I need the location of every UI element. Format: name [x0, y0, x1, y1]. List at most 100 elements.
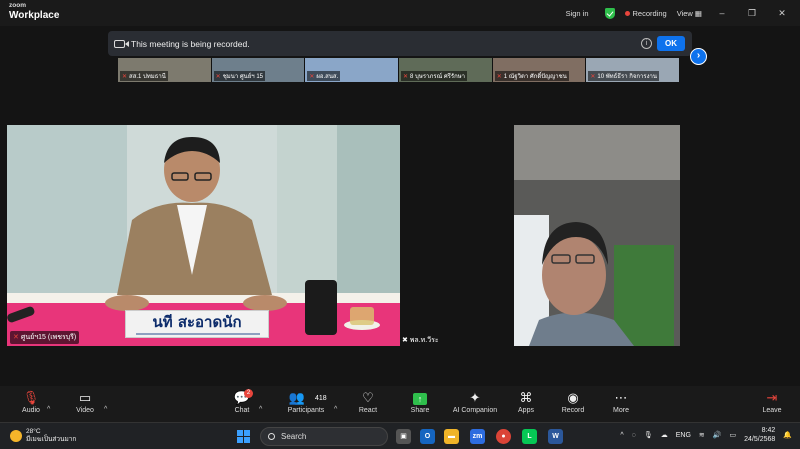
leave-button[interactable]: ⇥ Leave	[744, 389, 800, 414]
video-button[interactable]: ▭ ^ Video	[57, 389, 113, 414]
meeting-toolbar: 🎙 ^ Audio ▭ ^ Video 💬 2 ^ Chat 👥 418 ^ Partici…	[0, 386, 800, 422]
sign-in-link[interactable]: Sign in	[566, 9, 589, 18]
weather-description: มีเมฆเป็นส่วนมาก	[26, 436, 77, 443]
participant-name: 1 ณัฐวิดา ศักดิ์ปัญญาชน	[503, 74, 567, 80]
time-text: 8:42	[761, 427, 776, 434]
participant-thumbnail[interactable]: ✕ ผอ.สนส.	[305, 58, 400, 82]
leave-label: Leave	[762, 407, 782, 414]
share-label: Share	[410, 407, 430, 414]
audio-button[interactable]: 🎙 ^ Audio	[3, 389, 59, 414]
participant-name: 8 บุษราภรณ์ ศรีรักษา	[410, 74, 466, 80]
muted-mic-icon: ✕	[403, 74, 409, 80]
next-page-arrow-icon[interactable]: ›	[690, 48, 707, 65]
participant-thumbnail-label: ✕ ผอ.สนส.	[307, 71, 341, 81]
recording-indicator[interactable]: Recording	[624, 8, 667, 18]
date-text: 24/5/2568	[744, 436, 776, 443]
security-shield-icon[interactable]	[604, 7, 615, 19]
more-label: More	[613, 407, 629, 414]
file-explorer-icon[interactable]: ▬	[444, 429, 459, 444]
chat-button[interactable]: 💬 2 ^ Chat	[214, 389, 270, 414]
chrome-icon[interactable]: ●	[496, 429, 511, 444]
main-tile-name-label: ✕ ศูนย์ฯ15 (เพชรบุรี)	[10, 331, 80, 344]
video-options-caret-icon[interactable]: ^	[104, 401, 107, 419]
network-icon[interactable]: ◌	[632, 432, 636, 439]
camera-icon	[114, 39, 129, 48]
zoom-app-icon[interactable]: zm	[470, 429, 485, 444]
tray-chevron-icon[interactable]: ^	[620, 432, 623, 439]
ai-companion-button[interactable]: ✦ AI Companion	[447, 389, 503, 414]
participant-thumbnail-strip: ✕ สส.1 ปทมธานี ✕ ชุมนา ศูนย์ฯ 15 ✕ ผอ.สนส. ✕ 8 …	[118, 58, 681, 82]
search-icon	[268, 433, 275, 440]
pin-icon: ✖	[402, 337, 410, 344]
participants-options-caret-icon[interactable]: ^	[334, 401, 337, 419]
close-button[interactable]: ✕	[772, 8, 792, 19]
taskbar-search-input[interactable]: Search	[260, 427, 388, 446]
brand-big: Workplace	[9, 9, 60, 21]
outlook-icon[interactable]: O	[420, 429, 435, 444]
participant-thumbnail[interactable]: ✕ 8 บุษราภรณ์ ศรีรักษา	[399, 58, 493, 82]
onedrive-icon[interactable]: ☁	[661, 431, 668, 439]
zoom-window: zoom Workplace Sign in Recording View ▦ …	[0, 0, 800, 449]
chat-options-caret-icon[interactable]: ^	[259, 401, 262, 419]
chat-unread-badge: 2	[244, 389, 253, 398]
participant-video-image	[514, 125, 680, 346]
ai-companion-label: AI Companion	[452, 407, 498, 414]
participant-thumbnail[interactable]: ✕ 10 พัทธ์ธีรา กิจการงาน	[586, 58, 681, 82]
participant-thumbnail-label: ✕ 8 บุษราภรณ์ ศรีรักษา	[401, 71, 468, 81]
windows-start-icon[interactable]	[237, 430, 250, 443]
participant-thumbnail[interactable]: ✕ สส.1 ปทมธานี	[118, 58, 212, 82]
ok-button[interactable]: OK	[657, 36, 685, 51]
recording-label: Recording	[632, 8, 667, 18]
clock[interactable]: 8:42 24/5/2568	[744, 426, 775, 444]
muted-mic-icon: ✕	[215, 74, 221, 80]
volume-icon[interactable]: 🔊	[713, 431, 722, 439]
system-tray: ^ ◌ 🎙 ☁ ENG ≋ 🔊 ▭ 8:42 24/5/2568 🔔	[620, 426, 792, 444]
battery-icon[interactable]: ▭	[730, 431, 737, 439]
muted-mic-icon: ✕	[496, 74, 502, 80]
more-button[interactable]: ⋯ More	[593, 389, 649, 414]
video-tile-main[interactable]: นที สะอาดนัก ✕ ศูนย์ฯ15 (เพชรบุรี)	[7, 125, 400, 346]
nameplate-sign: นที สะอาดนัก	[125, 310, 269, 338]
recording-notice-text: This meeting is being recorded.	[131, 38, 250, 49]
language-indicator[interactable]: ENG	[676, 432, 691, 439]
notifications-bell-icon[interactable]: 🔔	[783, 431, 792, 439]
info-icon[interactable]: i	[641, 38, 652, 49]
muted-mic-icon: ✕	[13, 334, 19, 341]
muted-mic-icon: ✕	[590, 74, 596, 80]
windows-taskbar: 28°C มีเมฆเป็นส่วนมาก Search ▣ O ▬ zm ● L…	[0, 422, 800, 449]
more-dots-icon: ⋯	[614, 390, 628, 405]
mic-tray-icon[interactable]: 🎙	[644, 431, 653, 439]
participant-thumbnail-label: ✕ ชุมนา ศูนย์ฯ 15	[213, 71, 266, 81]
heart-icon: ♡	[362, 390, 374, 405]
main-tile-name-text: ศูนย์ฯ15 (เพชรบุรี)	[20, 334, 77, 341]
participant-name: ผอ.สนส.	[316, 74, 339, 80]
word-icon[interactable]: W	[548, 429, 563, 444]
participant-thumbnail[interactable]: ✕ ชุมนา ศูนย์ฯ 15	[211, 58, 306, 82]
react-label: React	[358, 407, 378, 414]
participants-icon: 👥	[288, 390, 306, 405]
participant-thumbnail-label: ✕ 10 พัทธ์ธีรา กิจการงาน	[588, 71, 659, 81]
task-view-icon[interactable]: ▣	[396, 429, 411, 444]
zoom-logo: zoom Workplace	[9, 2, 60, 21]
video-camera-icon: ▭	[78, 390, 92, 405]
react-button[interactable]: ♡ React	[340, 389, 396, 414]
view-button[interactable]: View ▦	[677, 9, 702, 18]
weather-cloudy-icon	[10, 430, 22, 442]
muted-mic-icon: ✕	[122, 74, 128, 80]
audio-options-caret-icon[interactable]: ^	[47, 401, 50, 419]
weather-widget[interactable]: 28°C มีเมฆเป็นส่วนมาก	[10, 428, 76, 444]
audio-label: Audio	[22, 407, 40, 414]
share-button[interactable]: ↑ Share	[392, 389, 448, 414]
share-screen-icon: ↑	[413, 393, 427, 405]
participants-count: 418	[315, 395, 327, 402]
participant-thumbnail[interactable]: ✕ 1 ณัฐวิดา ศักดิ์ปัญญาชน	[492, 58, 587, 82]
view-label: View	[676, 8, 693, 18]
ai-sparkle-icon: ✦	[469, 390, 481, 405]
minimize-button[interactable]: –	[712, 8, 732, 18]
restore-button[interactable]: ❐	[742, 8, 762, 19]
video-tile-secondary[interactable]	[514, 125, 680, 346]
participants-button[interactable]: 👥 418 ^ Participants	[278, 389, 338, 414]
wifi-icon[interactable]: ≋	[699, 431, 705, 439]
line-app-icon[interactable]: L	[522, 429, 537, 444]
participant-thumbnail-label: ✕ 1 ณัฐวิดา ศักดิ์ปัญญาชน	[494, 71, 569, 81]
